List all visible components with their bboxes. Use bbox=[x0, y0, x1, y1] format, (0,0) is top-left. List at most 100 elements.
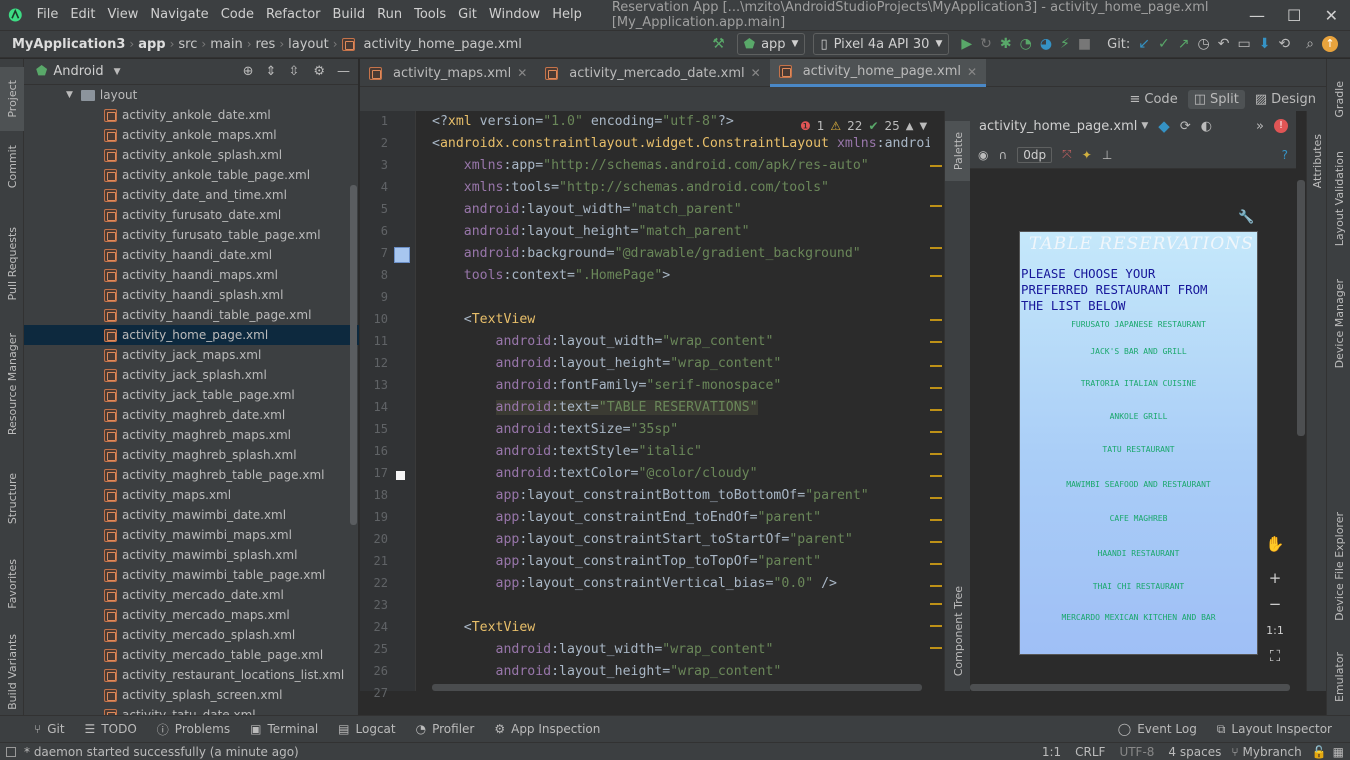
run-icon[interactable]: ▶ bbox=[957, 33, 976, 55]
warning-marker[interactable] bbox=[930, 519, 942, 521]
code-line[interactable]: xmlns:app="http://schemas.android.com/ap… bbox=[432, 158, 869, 173]
code-line[interactable]: xmlns:tools="http://schemas.android.com/… bbox=[432, 180, 829, 195]
magnet-icon[interactable]: ∩ bbox=[998, 148, 1007, 162]
warning-marker[interactable] bbox=[930, 497, 942, 499]
palette-tab[interactable]: Palette bbox=[945, 121, 971, 181]
restaurant-list-item[interactable]: TRATORIA ITALIAN CUISINE bbox=[1020, 379, 1257, 388]
project-tab[interactable]: Project bbox=[0, 67, 24, 131]
zoom-out-icon[interactable]: − bbox=[1262, 591, 1288, 617]
run-config-dropdown[interactable]: ⬟ app ▼ bbox=[736, 33, 806, 55]
code-line[interactable]: android:layout_height="match_parent" bbox=[432, 224, 750, 239]
zoom-in-icon[interactable]: + bbox=[1262, 565, 1288, 591]
code-line[interactable]: android:textSize="35sp" bbox=[432, 422, 679, 437]
layout-inspector-tool-button[interactable]: ⧉ Layout Inspector bbox=[1207, 722, 1350, 737]
git-update-icon[interactable]: ↙ bbox=[1134, 33, 1154, 55]
tree-file-item[interactable]: activity_maghreb_table_page.xml bbox=[24, 465, 359, 485]
update-icon[interactable]: ↑ bbox=[1318, 33, 1342, 55]
menu-help[interactable]: Help bbox=[546, 0, 588, 30]
git-commit-icon[interactable]: ✓ bbox=[1154, 33, 1174, 55]
menu-window[interactable]: Window bbox=[483, 0, 546, 30]
tree-file-item[interactable]: activity_restaurant_locations_list.xml bbox=[24, 665, 359, 685]
color-swatch-icon[interactable] bbox=[394, 247, 410, 263]
status-toggle-icon[interactable] bbox=[6, 746, 16, 757]
tree-file-item[interactable]: activity_mercado_splash.xml bbox=[24, 625, 359, 645]
project-scrollbar[interactable] bbox=[350, 185, 357, 525]
code-line[interactable]: <TextView bbox=[432, 620, 535, 635]
layout-validation-tab[interactable]: Layout Validation bbox=[1327, 139, 1350, 259]
split-view-button[interactable]: ◫ Split bbox=[1187, 89, 1245, 109]
gradle-tab[interactable]: Gradle bbox=[1327, 69, 1350, 129]
preview-file-selector[interactable]: activity_home_page.xml bbox=[979, 119, 1137, 134]
code-line[interactable]: android:textColor="@color/cloudy" bbox=[432, 466, 758, 481]
menu-refactor[interactable]: Refactor bbox=[260, 0, 327, 30]
inspection-widget[interactable]: ❶ 1 ⚠ 22 ✔ 25 ▲ ▼ bbox=[800, 117, 940, 135]
orientation-icon[interactable]: ⟳ bbox=[1180, 119, 1191, 134]
memory-icon[interactable]: ▦ bbox=[1333, 745, 1344, 759]
editor-horizontal-scrollbar[interactable] bbox=[432, 684, 922, 691]
structure-tab[interactable]: Structure bbox=[0, 459, 24, 539]
default-margin-field[interactable]: 0dp bbox=[1017, 146, 1053, 163]
close-window-button[interactable]: ✕ bbox=[1313, 0, 1350, 30]
zoom-fit-icon[interactable]: ⛶ bbox=[1262, 643, 1288, 669]
tree-file-item[interactable]: activity_home_page.xml bbox=[24, 325, 359, 345]
code-line[interactable]: android:fontFamily="serif-monospace" bbox=[432, 378, 782, 393]
tree-file-item[interactable]: activity_mawimbi_table_page.xml bbox=[24, 565, 359, 585]
warning-marker[interactable] bbox=[930, 319, 942, 321]
hammer-icon[interactable]: ⚒ bbox=[708, 33, 729, 55]
code-line[interactable]: android:layout_width="wrap_content" bbox=[432, 642, 774, 657]
tree-file-item[interactable]: activity_maghreb_splash.xml bbox=[24, 445, 359, 465]
device-file-explorer-tab[interactable]: Device File Explorer bbox=[1327, 499, 1350, 634]
tree-file-item[interactable]: activity_jack_maps.xml bbox=[24, 345, 359, 365]
warning-marker[interactable] bbox=[930, 205, 942, 207]
close-tab-icon[interactable]: ✕ bbox=[751, 66, 761, 80]
pull-requests-tab[interactable]: Pull Requests bbox=[0, 214, 24, 314]
code-line[interactable]: android:layout_width="wrap_content" bbox=[432, 334, 774, 349]
color-swatch-icon[interactable] bbox=[396, 471, 405, 480]
tree-folder-layout[interactable]: ▼ layout bbox=[24, 85, 359, 105]
tree-file-item[interactable]: activity_haandi_maps.xml bbox=[24, 265, 359, 285]
tree-file-item[interactable]: activity_maghreb_maps.xml bbox=[24, 425, 359, 445]
tree-file-item[interactable]: activity_mercado_maps.xml bbox=[24, 605, 359, 625]
terminal-tool-button[interactable]: ▣ Terminal bbox=[240, 722, 328, 736]
code-view-button[interactable]: ≡ Code bbox=[1124, 90, 1184, 109]
expand-all-icon[interactable]: ⇕ bbox=[266, 64, 277, 79]
menu-view[interactable]: View bbox=[102, 0, 145, 30]
warning-marker[interactable] bbox=[930, 165, 942, 167]
warning-marker[interactable] bbox=[930, 603, 942, 605]
breadcrumb-item[interactable]: app bbox=[134, 37, 169, 52]
code-line[interactable]: app:layout_constraintStart_toStartOf="pa… bbox=[432, 532, 853, 547]
eye-icon[interactable]: ◉ bbox=[978, 148, 988, 162]
tree-file-item[interactable]: activity_haandi_table_page.xml bbox=[24, 305, 359, 325]
problems-tool-button[interactable]: ⓘ Problems bbox=[147, 721, 240, 738]
restaurant-list-item[interactable]: MERCARDO MEXICAN KITCHEN AND BAR bbox=[1020, 613, 1257, 622]
code-line[interactable]: android:background="@drawable/gradient_b… bbox=[432, 246, 861, 261]
logcat-tool-button[interactable]: ▤ Logcat bbox=[328, 722, 405, 736]
code-line[interactable]: android:layout_height="wrap_content" bbox=[432, 356, 782, 371]
emulator-tab[interactable]: Emulator bbox=[1327, 644, 1350, 709]
chevron-down-icon[interactable]: ▼ bbox=[114, 67, 121, 77]
tree-file-item[interactable]: activity_tatu_date.xml bbox=[24, 705, 359, 715]
tree-file-item[interactable]: activity_mawimbi_date.xml bbox=[24, 505, 359, 525]
app-inspection-tool-button[interactable]: ⚙ App Inspection bbox=[484, 722, 610, 736]
restaurant-list-item[interactable]: THAI CHI RESTAURANT bbox=[1020, 582, 1257, 591]
warning-marker[interactable] bbox=[930, 247, 942, 249]
code-line[interactable]: android:textStyle="italic" bbox=[432, 444, 702, 459]
zoom-actual-size-button[interactable]: 1:1 bbox=[1262, 617, 1288, 643]
tree-file-item[interactable]: activity_mawimbi_maps.xml bbox=[24, 525, 359, 545]
code-line[interactable]: android:layout_height="wrap_content" bbox=[432, 664, 782, 679]
tree-file-item[interactable]: activity_ankole_date.xml bbox=[24, 105, 359, 125]
error-badge-icon[interactable]: ! bbox=[1274, 119, 1288, 133]
restaurant-list-item[interactable]: ANKOLE GRILL bbox=[1020, 412, 1257, 421]
code-line[interactable]: app:layout_constraintTop_toTopOf="parent… bbox=[432, 554, 822, 569]
breadcrumb-item[interactable]: main bbox=[206, 37, 246, 52]
restaurant-list-item[interactable]: MAWIMBI SEAFOOD AND RESTAURANT bbox=[1020, 480, 1257, 489]
line-separator[interactable]: CRLF bbox=[1075, 745, 1105, 759]
profile-icon[interactable]: ◕ bbox=[1036, 33, 1056, 55]
code-line[interactable]: <TextView bbox=[432, 312, 535, 327]
restaurant-list-item[interactable]: TATU RESTAURANT bbox=[1020, 445, 1257, 454]
tree-file-item[interactable]: activity_ankole_maps.xml bbox=[24, 125, 359, 145]
git-push-icon[interactable]: ↗ bbox=[1174, 33, 1194, 55]
profiler-tool-button[interactable]: ◔ Profiler bbox=[406, 722, 485, 736]
code-editor[interactable]: <?xml version="1.0" encoding="utf-8"?> <a… bbox=[416, 111, 944, 691]
device-dropdown[interactable]: ▯ Pixel 4a API 30 ▼ bbox=[813, 33, 950, 55]
